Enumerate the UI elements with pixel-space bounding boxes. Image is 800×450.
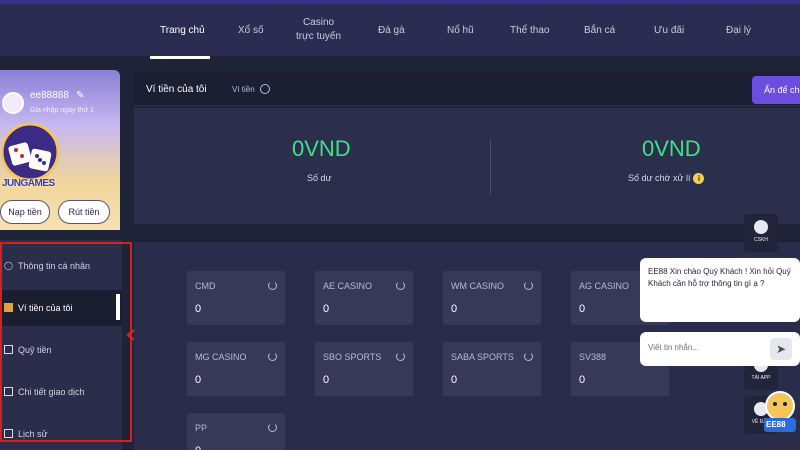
balance-value: 0VND (292, 136, 351, 161)
deposit-button[interactable]: Nạp tiền (0, 200, 50, 224)
provider-card-ae-casino: AE CASINO 0 (315, 271, 413, 325)
nav-sports[interactable]: Thể thao (510, 24, 549, 38)
provider-name: SV388 (579, 352, 607, 362)
nav-promotions[interactable]: Ưu đãi (654, 24, 684, 38)
provider-name: SBO SPORTS (323, 352, 382, 362)
float-button-label: TẢI APP (751, 375, 771, 381)
hide-balance-button[interactable]: Ẩn để chơi (752, 76, 800, 104)
provider-name: AE CASINO (323, 281, 373, 291)
refresh-icon[interactable] (524, 281, 533, 290)
provider-balance: 0 (195, 374, 202, 386)
provider-balance: 0 (195, 303, 202, 315)
provider-name: MG CASINO (195, 352, 247, 362)
provider-card-cmd: CMD 0 (187, 271, 285, 325)
chat-message-bubble: EE88 Xin chào Quý Khách ! Xin hỏi Quý Kh… (640, 258, 800, 322)
provider-balance: 0 (323, 303, 330, 315)
wallet-header: Ví tiền của tôi Ví tiền (134, 72, 800, 106)
wallet-toggle-icon[interactable] (260, 84, 270, 94)
provider-name: CMD (195, 281, 216, 291)
joined-day: Gia nhập ngày thứ 1 (30, 107, 94, 114)
edit-icon[interactable]: ✎ (76, 90, 84, 101)
chat-input-placeholder[interactable]: Viết tin nhắn... (648, 343, 699, 352)
brand-logo-text: JUNGAMES (2, 178, 55, 189)
refresh-icon[interactable] (524, 352, 533, 361)
float-button-label: CSKH (754, 237, 768, 243)
refresh-icon[interactable] (396, 281, 405, 290)
wallet-title: Ví tiền của tôi (146, 84, 207, 95)
provider-balance: 0 (451, 374, 458, 386)
provider-balance: 0 (451, 303, 458, 315)
nav-lottery[interactable]: Xổ số (238, 24, 264, 38)
balance-label: Số dư (307, 173, 332, 183)
provider-card-saba-sports: SABA SPORTS 0 (443, 342, 541, 396)
provider-name: SABA SPORTS (451, 352, 514, 362)
chat-input-box[interactable]: Viết tin nhắn... ➤ (640, 332, 800, 366)
provider-card-wm-casino: WM CASINO 0 (443, 271, 541, 325)
withdraw-button[interactable]: Rút tiền (58, 200, 110, 224)
provider-card-sbo-sports: SBO SPORTS 0 (315, 342, 413, 396)
support-icon (754, 220, 768, 234)
provider-name: WM CASINO (451, 281, 504, 291)
provider-card-mg-casino: MG CASINO 0 (187, 342, 285, 396)
refresh-icon[interactable] (268, 352, 277, 361)
send-icon[interactable]: ➤ (770, 338, 792, 360)
nav-active-indicator (150, 56, 210, 59)
mascot-label: EE88 (766, 420, 786, 429)
nav-fishing[interactable]: Bắn cá (584, 24, 615, 38)
nav-casino[interactable]: Casino trực tuyến (296, 16, 341, 44)
provider-card-pp: PP 0 (187, 413, 285, 450)
balance-panel (134, 108, 800, 224)
provider-name: AG CASINO (579, 281, 630, 291)
provider-balance: 0 (195, 445, 201, 450)
balance-divider (490, 140, 491, 194)
refresh-icon[interactable] (268, 281, 277, 290)
wallet-sub-tab[interactable]: Ví tiền (232, 85, 255, 94)
nav-slots[interactable]: Nổ hũ (447, 24, 474, 38)
username: ee88888 (30, 90, 69, 101)
provider-balance: 0 (579, 374, 586, 386)
dice-logo-icon (0, 122, 60, 182)
pending-balance-label: Số dư chờ xử lí (628, 173, 691, 183)
nav-home[interactable]: Trang chủ (160, 24, 205, 38)
provider-name: PP (195, 423, 208, 433)
avatar (2, 92, 24, 114)
highlight-box (0, 242, 132, 442)
refresh-icon[interactable] (396, 352, 405, 361)
provider-balance: 0 (579, 303, 586, 315)
refresh-icon[interactable] (268, 423, 277, 432)
nav-agent[interactable]: Đại lý (726, 24, 751, 38)
pending-balance-row: Số dư chờ xử lí i (628, 173, 705, 185)
info-icon[interactable]: i (693, 173, 705, 185)
customer-support-button[interactable]: CSKH (744, 214, 778, 252)
mascot-icon[interactable]: EE88 (760, 388, 800, 436)
nav-cockfight[interactable]: Đá gà (378, 24, 405, 38)
provider-balance: 0 (323, 374, 330, 386)
pending-balance-value: 0VND (642, 136, 701, 161)
profile-card: ee88888 ✎ Gia nhập ngày thứ 1 JUNGAMES N… (0, 70, 120, 230)
top-navigation: Trang chủ Xổ số Casino trực tuyến Đá gà … (0, 0, 800, 59)
